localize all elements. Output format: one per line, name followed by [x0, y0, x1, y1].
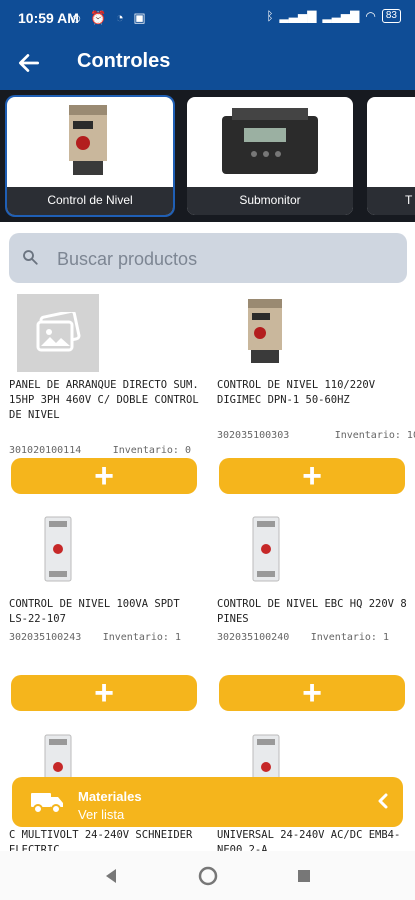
page-title: Controles: [77, 50, 171, 72]
category-image: [7, 97, 173, 187]
category-carousel[interactable]: Control de Nivel Submonitor T: [0, 90, 415, 222]
category-card-control-de-nivel[interactable]: Control de Nivel: [7, 97, 173, 215]
search-input[interactable]: [55, 243, 389, 275]
product-inventory: Inventario: 1: [102, 632, 181, 643]
chevron-left-icon[interactable]: [375, 793, 391, 809]
status-time: 10:59 AM: [18, 10, 79, 26]
product-card[interactable]: CONTROL DE NIVEL EBC HQ 220V 8 PINES 302…: [217, 511, 407, 661]
nav-recents-icon[interactable]: [293, 865, 315, 887]
product-meta: 301020100114 Inventario: 0: [9, 445, 209, 456]
status-bar: 10:59 AM ⦸ ⏰ ◔ ▣ ᛒ ▂▃▅▇ ▂▃▅▇ ◠ 83: [0, 0, 415, 36]
product-name: UNIVERSAL 24-240V AC/DC EMB4-NE00 2-A: [217, 829, 401, 851]
product-thumbnail: [17, 294, 99, 372]
category-label: Control de Nivel: [7, 187, 173, 215]
product-inventory: Inventario: 0: [112, 445, 191, 456]
product-name: CONTROL DE NIVEL 110/220V DIGIMEC DPN-1 …: [217, 379, 376, 406]
product-code: 302035100303: [217, 430, 290, 441]
category-image: [187, 97, 353, 187]
nav-back-icon[interactable]: [100, 865, 122, 887]
product-meta: 302035100243 Inventario: 1: [9, 632, 209, 643]
back-arrow-icon[interactable]: [16, 50, 42, 76]
materials-list-bar[interactable]: Materiales Ver lista: [12, 777, 403, 827]
battery-icon: 83: [381, 9, 401, 23]
wifi-icon: ◠: [365, 9, 376, 23]
product-name: PANEL DE ARRANQUE DIRECTO SUM. 15HP 3PH …: [9, 379, 199, 421]
cart-subtitle: Ver lista: [78, 807, 125, 822]
signal-icon: ▂▃▅▇: [279, 9, 317, 23]
category-card-submonitor[interactable]: Submonitor: [187, 97, 353, 215]
product-name: C MULTIVOLT 24-240V SCHNEIDER ELECTRIC: [9, 829, 193, 851]
product-code: 302035100240: [217, 632, 290, 643]
search-icon: [23, 250, 38, 265]
product-card[interactable]: CONTROL DE NIVEL 110/220V DIGIMEC DPN-1 …: [217, 294, 415, 464]
system-navigation-bar: [0, 851, 415, 900]
product-thumbnail: [225, 511, 307, 589]
product-card[interactable]: PANEL DE ARRANQUE DIRECTO SUM. 15HP 3PH …: [9, 294, 199, 464]
add-to-list-button[interactable]: +: [219, 457, 405, 495]
add-to-list-button[interactable]: +: [11, 674, 197, 712]
product-card[interactable]: CONTROL DE NIVEL 100VA SPDT LS-22-107 30…: [9, 511, 199, 661]
product-code: 302035100243: [9, 632, 82, 643]
category-card-partial[interactable]: T: [367, 97, 415, 215]
system-icons: ᛒ ▂▃▅▇ ▂▃▅▇ ◠ 83: [266, 9, 401, 23]
app-bar: Controles: [0, 36, 415, 90]
product-code: 301020100114: [9, 445, 82, 456]
product-inventory: Inventario: 106: [334, 430, 415, 441]
cart-title: Materiales: [78, 789, 142, 804]
nav-home-icon[interactable]: [197, 865, 219, 887]
product-thumbnail: [225, 294, 307, 372]
bluetooth-icon: ᛒ: [266, 9, 274, 23]
product-name: CONTROL DE NIVEL EBC HQ 220V 8 PINES: [217, 598, 407, 625]
product-meta: 302035100240 Inventario: 1: [217, 632, 415, 643]
product-inventory: Inventario: 1: [310, 632, 389, 643]
product-thumbnail: [17, 511, 99, 589]
category-label: T: [367, 187, 415, 215]
product-meta: 302035100303 Inventario: 106: [217, 430, 415, 441]
category-image: [367, 97, 415, 187]
add-to-list-button[interactable]: +: [219, 674, 405, 712]
signal-icon-2: ▂▃▅▇: [322, 9, 360, 23]
truck-icon: [31, 793, 63, 814]
notification-icons: ⦸ ⏰ ◔ ▣: [72, 10, 149, 25]
search-bar[interactable]: [9, 233, 407, 283]
add-to-list-button[interactable]: +: [11, 457, 197, 495]
image-placeholder-icon: [36, 312, 81, 352]
category-label: Submonitor: [187, 187, 353, 215]
product-name: CONTROL DE NIVEL 100VA SPDT LS-22-107: [9, 598, 180, 625]
